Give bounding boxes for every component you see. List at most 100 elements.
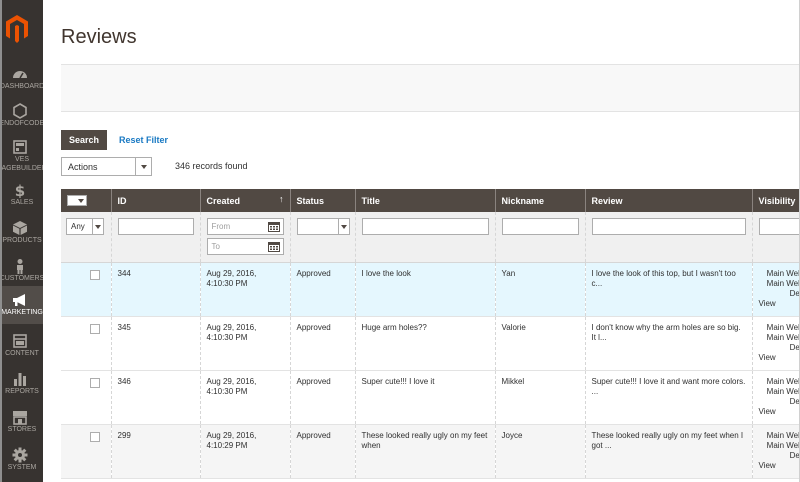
table-row[interactable]: 346 Aug 29, 2016, 4:10:30 PM Approved Su…: [61, 370, 800, 425]
visibility-text: Main Website Main Website Default: [766, 376, 800, 406]
magento-logo-icon[interactable]: [5, 14, 29, 44]
sidebar-item-label: VES PAGEBUILDER: [2, 156, 43, 172]
main-content: Reviews Search Reset Filter Actions 346 …: [43, 0, 800, 482]
sidebar-item-ves-pagebuilder[interactable]: VES PAGEBUILDER: [2, 135, 43, 179]
chevron-down-icon: [92, 219, 103, 234]
row-select-cell: [61, 424, 111, 479]
cell-created: Aug 29, 2016, 4:10:29 PM: [199, 424, 290, 479]
cell-title: These looked really ugly on my feet when: [354, 424, 495, 479]
row-checkbox[interactable]: [90, 377, 100, 388]
cell-visibility: Main Website Main Website DefaultView: [751, 370, 800, 425]
row-checkbox[interactable]: [90, 269, 100, 280]
filter-title-input[interactable]: [361, 218, 489, 235]
cell-nickname: Valorie: [494, 316, 585, 371]
person-icon: [17, 259, 23, 274]
visibility-text: Main Website Main Website Default: [766, 430, 800, 460]
row-checkbox[interactable]: [90, 431, 100, 442]
grid-header-row: ID Created ↑ Status Title Nickname Review…: [61, 189, 800, 212]
filter-visibility-input[interactable]: [758, 218, 800, 235]
column-header-created[interactable]: Created ↑: [199, 189, 290, 212]
filter-status-select[interactable]: [296, 218, 350, 235]
sidebar-item-sales[interactable]: $ SALES: [2, 178, 43, 216]
sidebar-item-label: DASHBOARD: [2, 83, 43, 90]
filter-id-input[interactable]: [117, 218, 194, 235]
sidebar-item-marketing[interactable]: MARKETING: [2, 286, 43, 324]
view-link[interactable]: View: [759, 353, 800, 363]
cell-review: These looked really ugly on my feet when…: [584, 424, 752, 479]
page-title: Reviews: [61, 26, 137, 48]
megaphone-icon: [13, 294, 25, 306]
cell-review: I don't know why the arm holes are so bi…: [584, 316, 752, 371]
page-builder-icon: [13, 140, 27, 154]
view-link[interactable]: View: [759, 407, 800, 417]
column-header-visibility[interactable]: Visibility: [751, 189, 800, 212]
hexagon-icon: [13, 103, 27, 119]
column-header-nickname[interactable]: Nickname: [494, 189, 585, 212]
column-header-status[interactable]: Status: [289, 189, 355, 212]
cell-status: Approved: [289, 424, 355, 479]
sidebar-item-vendofcoder[interactable]: VENDOFCODER: [2, 99, 43, 137]
bar-chart-icon: [14, 373, 26, 386]
column-header-id[interactable]: ID: [110, 189, 200, 212]
mass-actions-select[interactable]: Actions: [61, 157, 152, 176]
cell-title: Super cute!!! I love it: [354, 370, 495, 425]
filter-created-from-input[interactable]: From: [206, 218, 284, 235]
filter-nickname-input[interactable]: [501, 218, 579, 235]
reviews-grid: ID Created ↑ Status Title Nickname Review…: [61, 189, 800, 479]
gear-icon: [12, 447, 28, 463]
reset-filter-link[interactable]: Reset Filter: [119, 135, 168, 145]
cell-status: Approved: [289, 316, 355, 371]
table-row[interactable]: 345 Aug 29, 2016, 4:10:30 PM Approved Hu…: [61, 316, 800, 371]
dashboard-icon: [13, 71, 27, 79]
filter-review-input[interactable]: [591, 218, 746, 235]
mass-select-checkbox[interactable]: [67, 195, 87, 207]
column-header-label: Created: [206, 195, 241, 206]
row-checkbox[interactable]: [90, 323, 100, 334]
filter-cell: [289, 212, 355, 263]
sidebar-item-label: PRODUCTS: [2, 237, 42, 244]
sidebar-item-label: VENDOFCODER: [2, 120, 43, 127]
filter-cell: [110, 212, 200, 263]
column-header-title[interactable]: Title: [354, 189, 495, 212]
sidebar-item-reports[interactable]: REPORTS: [2, 367, 43, 405]
calendar-icon[interactable]: [267, 221, 280, 232]
cell-id: 344: [110, 262, 200, 317]
table-row[interactable]: 344 Aug 29, 2016, 4:10:30 PM Approved I …: [61, 262, 800, 317]
filter-cell: Any: [61, 212, 111, 263]
cell-id: 346: [110, 370, 200, 425]
sidebar-item-content[interactable]: CONTENT: [2, 329, 43, 367]
cell-nickname: Mikkel: [494, 370, 585, 425]
sidebar-item-label: SALES: [10, 199, 34, 206]
table-row[interactable]: 299 Aug 29, 2016, 4:10:29 PM Approved Th…: [61, 424, 800, 479]
records-count: 346 records found: [175, 161, 248, 171]
view-link[interactable]: View: [759, 299, 800, 309]
visibility-text: Main Website Main Website Default: [766, 268, 800, 298]
row-select-cell: [61, 262, 111, 317]
cell-nickname: Joyce: [494, 424, 585, 479]
sidebar-item-label: STORES: [7, 426, 37, 433]
mass-actions-label: Actions: [68, 162, 98, 172]
cell-title: Huge arm holes??: [354, 316, 495, 371]
calendar-icon[interactable]: [267, 241, 280, 252]
filter-from-placeholder: From: [211, 222, 231, 231]
filter-any-select[interactable]: Any: [66, 218, 104, 235]
view-link[interactable]: View: [759, 461, 800, 471]
cell-status: Approved: [289, 262, 355, 317]
filter-cell: [354, 212, 495, 263]
page-actions-bar: [61, 64, 800, 112]
mass-select-header[interactable]: [61, 189, 111, 212]
cell-created: Aug 29, 2016, 4:10:30 PM: [199, 370, 290, 425]
cell-visibility: Main Website Main Website DefaultView: [751, 316, 800, 371]
sidebar-item-dashboard[interactable]: DASHBOARD: [2, 62, 43, 100]
filter-created-to-input[interactable]: To: [206, 238, 284, 255]
sidebar-item-stores[interactable]: STORES: [2, 405, 43, 443]
sidebar-item-system[interactable]: SYSTEM: [2, 443, 43, 481]
cell-review: I love the look of this top, but I wasn'…: [584, 262, 752, 317]
column-header-review[interactable]: Review: [584, 189, 752, 212]
svg-text:$: $: [15, 182, 25, 198]
chevron-down-icon: [135, 158, 151, 175]
sidebar-item-label: CONTENT: [5, 350, 39, 357]
content-icon: [13, 334, 27, 348]
search-button[interactable]: Search: [61, 130, 107, 150]
sidebar-item-products[interactable]: PRODUCTS: [2, 216, 43, 254]
